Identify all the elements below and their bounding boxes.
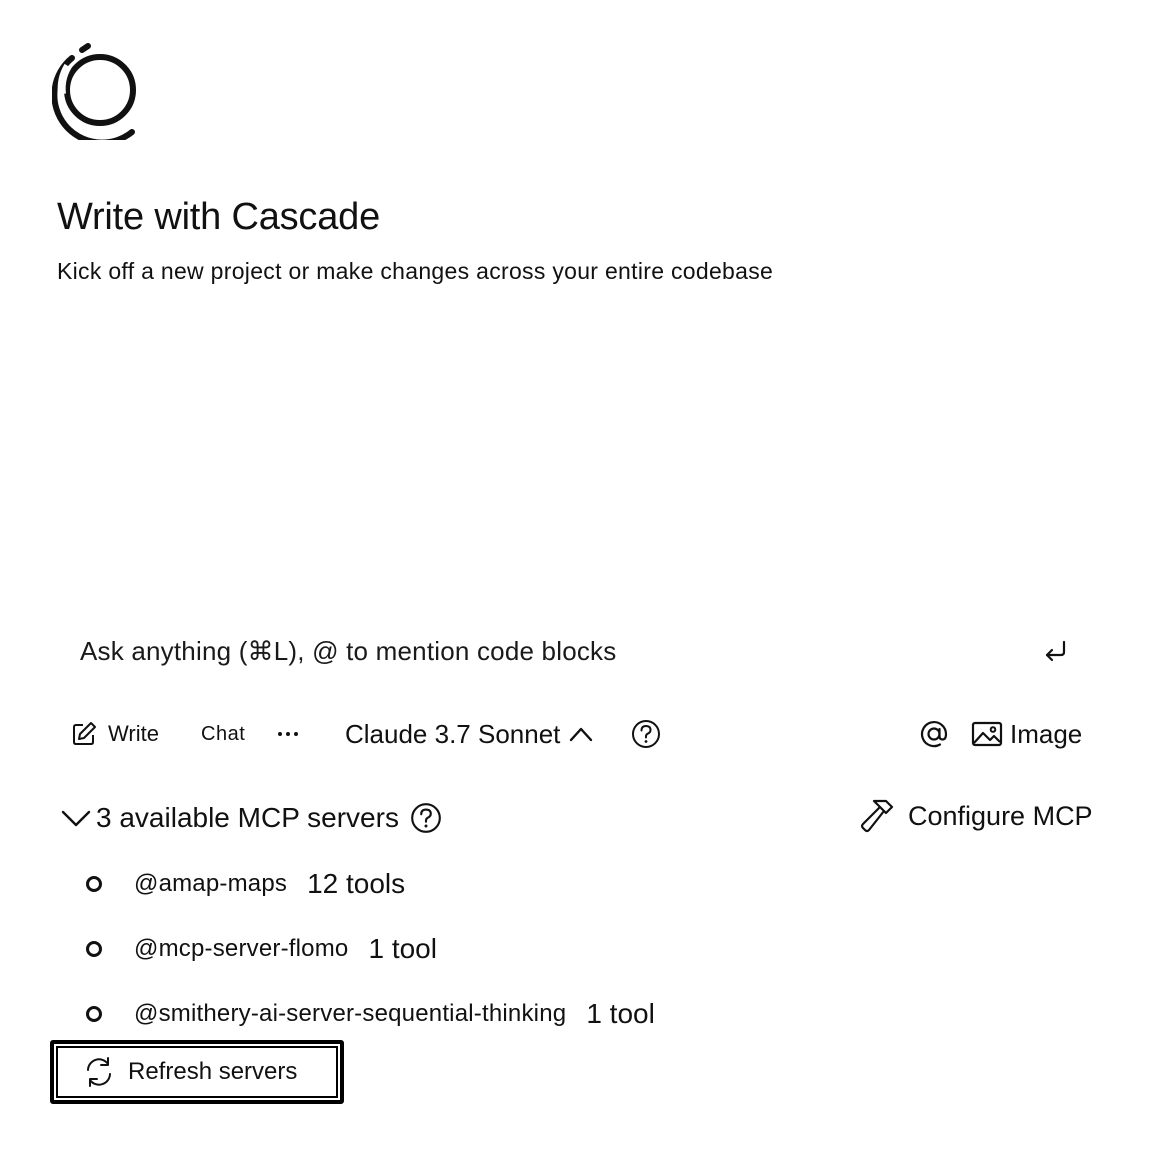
question-circle-icon[interactable] <box>630 718 662 750</box>
configure-mcp-label: Configure MCP <box>908 800 1093 831</box>
server-status-icon <box>86 876 102 892</box>
refresh-icon <box>82 1055 128 1089</box>
chevron-up-icon <box>560 724 594 744</box>
server-status-icon <box>86 941 102 957</box>
list-item: @amap-maps 12 tools <box>86 866 405 902</box>
server-name: @amap-maps <box>134 870 288 897</box>
image-label: Image <box>1010 718 1083 749</box>
server-status-icon <box>86 1006 102 1022</box>
pencil-icon <box>70 720 108 748</box>
page-subtitle: Kick off a new project or make changes a… <box>57 258 774 284</box>
question-circle-icon[interactable] <box>409 801 443 835</box>
chat-mode-button[interactable]: Chat <box>201 718 245 750</box>
mcp-servers-label: 3 available MCP servers <box>96 802 399 833</box>
mcp-servers-toggle[interactable]: 3 available MCP servers <box>60 798 443 838</box>
write-mode-label: Write <box>108 721 159 746</box>
server-name: @mcp-server-flomo <box>134 935 349 962</box>
server-name: @smithery-ai-server-sequential-thinking <box>134 1000 567 1027</box>
enter-icon[interactable] <box>1040 636 1072 668</box>
list-item: @mcp-server-flomo 1 tool <box>86 931 437 967</box>
write-mode-button[interactable]: Write <box>70 718 159 750</box>
page-title: Write with Cascade <box>57 196 381 238</box>
server-tool-count: 1 tool <box>368 933 437 964</box>
model-selector[interactable]: Claude 3.7 Sonnet <box>345 716 594 752</box>
configure-mcp-button[interactable]: Configure MCP <box>858 796 1093 836</box>
server-tool-count: 1 tool <box>586 998 655 1029</box>
image-button[interactable]: Image <box>970 716 1082 752</box>
image-icon <box>970 719 1010 749</box>
refresh-servers-label: Refresh servers <box>128 1058 298 1085</box>
list-item: @smithery-ai-server-sequential-thinking … <box>86 996 655 1032</box>
model-label: Claude 3.7 Sonnet <box>345 718 561 749</box>
more-options-button[interactable] <box>275 718 303 750</box>
chevron-down-icon <box>60 806 92 830</box>
hammer-icon <box>858 797 908 835</box>
at-icon[interactable] <box>916 716 952 752</box>
server-tool-count: 12 tools <box>307 868 406 899</box>
refresh-servers-button[interactable]: Refresh servers <box>50 1040 344 1104</box>
chat-input[interactable]: Ask anything (⌘L), @ to mention code blo… <box>80 636 616 667</box>
cascade-logo <box>51 40 146 146</box>
